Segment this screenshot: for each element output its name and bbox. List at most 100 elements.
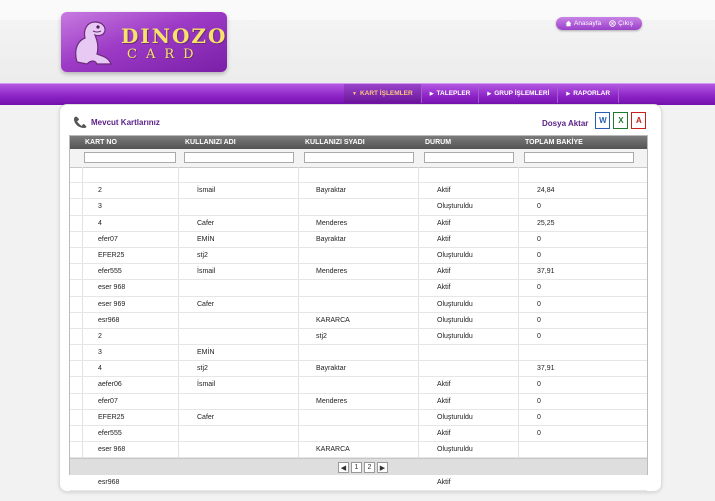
table-row[interactable]: 3 EMİN	[70, 345, 647, 362]
cell-balance: 0	[537, 413, 541, 421]
table-row[interactable]: eser 968 Aktif 0	[70, 280, 647, 297]
pdf-export-icon[interactable]: A	[631, 112, 647, 129]
cell-balance: 0	[537, 300, 541, 308]
cell-balance: 24,84	[537, 187, 555, 195]
cell-kart-no: esr968	[98, 316, 120, 324]
grid-body: 2 İsmail Bayraktar Aktif 24,84 3 Oluşturuldu 0 4…	[70, 167, 647, 491]
cell-user-surname: Bayraktar	[316, 187, 346, 195]
word-export-icon[interactable]: W	[595, 112, 611, 129]
cell-kart-no: 4	[98, 365, 102, 373]
chevron-right-icon: ▶	[487, 90, 492, 97]
filter-row	[70, 149, 647, 168]
cell-balance: 37,91	[537, 365, 555, 373]
filter-balance-input[interactable]	[524, 152, 634, 163]
table-row[interactable]: 4 stj2 Bayraktar 37,91	[70, 361, 647, 378]
column-header-status[interactable]: DURUM	[425, 139, 451, 146]
table-row[interactable]: esr968 Aktif	[70, 475, 647, 491]
excel-export-icon[interactable]: X	[613, 112, 629, 129]
filter-kart-no-input[interactable]	[84, 152, 176, 163]
cell-kart-no: eser 969	[98, 300, 126, 308]
cell-status: Oluşturuldu	[437, 203, 473, 211]
table-row[interactable]: eser 969 Cafer Oluşturuldu 0	[70, 297, 647, 313]
table-row[interactable]: 3 Oluşturuldu 0	[70, 199, 647, 216]
table-row[interactable]: EFER25 stj2 Oluşturuldu 0	[70, 248, 647, 265]
home-link-label: Anasayfa	[574, 20, 602, 27]
cell-user-name: Cafer	[197, 413, 215, 421]
nav-item-raporlar[interactable]: ▶ RAPORLAR	[558, 84, 620, 103]
home-icon	[565, 20, 572, 27]
brand-subname: CARD	[127, 47, 203, 62]
table-row[interactable]: EFER25 Cafer Oluşturuldu 0	[70, 410, 647, 426]
cell-user-surname: KARARCA	[316, 316, 350, 324]
cell-kart-no: EFER25	[98, 251, 125, 259]
logout-link[interactable]: Çıkış	[609, 20, 633, 27]
export-label: Dosya Aktar	[542, 119, 589, 128]
table-row[interactable]: efer555 İsmail Menderes Aktif 37,91	[70, 264, 647, 281]
cell-balance: 25,25	[537, 219, 555, 227]
cell-kart-no: 3	[98, 349, 102, 357]
dinosaur-icon	[75, 21, 112, 65]
table-row[interactable]: aefer06 İsmail Aktif 0	[70, 377, 647, 394]
column-header-user-name[interactable]: KULLANIZI ADI	[185, 139, 236, 146]
cell-kart-no: 2	[98, 187, 102, 195]
cell-user-name: stj2	[197, 365, 208, 373]
brand-logo[interactable]: DINOZOR CARD	[61, 12, 227, 72]
top-links: Anasayfa Çıkış	[556, 17, 642, 30]
table-row[interactable]: 2 stj2 Oluşturuldu 0	[70, 329, 647, 346]
column-header-kart-no[interactable]: KART NO	[85, 139, 117, 146]
header: DINOZOR CARD Anasayfa Çıkış	[0, 0, 715, 83]
cell-user-surname: Menderes	[316, 268, 348, 276]
table-row[interactable]: efer555 Aktif 0	[70, 426, 647, 443]
cell-user-surname: Menderes	[316, 219, 348, 227]
cell-user-name: İsmail	[197, 381, 216, 389]
cell-kart-no: eser 968	[98, 446, 126, 454]
panel-title-text: Mevcut Kartlarınız	[91, 117, 160, 127]
cell-user-name: EMİN	[197, 349, 215, 357]
filter-status-input[interactable]	[424, 152, 514, 163]
table-row[interactable]: 2 İsmail Bayraktar Aktif 24,84	[70, 183, 647, 200]
nav-item-talepler[interactable]: ▶ TALEPLER	[422, 84, 480, 103]
grid-footer: ◀ 1 2 ▶	[70, 458, 647, 475]
cell-kart-no: efer555	[98, 268, 122, 276]
cell-user-surname: stj2	[316, 332, 327, 340]
cell-user-name: İsmail	[197, 187, 216, 195]
cell-user-name: EMİN	[197, 235, 215, 243]
cell-status: Aktif	[437, 430, 451, 437]
cell-status: Aktif	[437, 284, 451, 292]
cell-status: Aktif	[437, 397, 451, 405]
nav-item-label: TALEPLER	[436, 90, 471, 97]
cell-kart-no: aefer06	[98, 381, 122, 389]
cell-user-name: stj2	[197, 251, 208, 259]
cell-balance: 0	[537, 203, 541, 211]
pager-prev-icon[interactable]: ◀	[338, 462, 349, 473]
nav-item-kart-islemler[interactable]: ▼ KART İŞLEMLER	[344, 84, 422, 103]
filter-user-surname-input[interactable]	[304, 152, 414, 163]
cell-balance: 0	[537, 284, 541, 292]
cell-balance: 0	[537, 381, 541, 389]
cell-status: Aktif	[437, 219, 451, 227]
nav-item-label: RAPORLAR	[573, 90, 611, 97]
cell-status: Aktif	[437, 268, 451, 276]
table-row[interactable]: efer07 Menderes Aktif 0	[70, 394, 647, 410]
pager-page-2[interactable]: 2	[364, 462, 375, 473]
column-header-user-surname[interactable]: KULLANIZI SYADI	[305, 139, 365, 146]
cell-status: Oluşturuldu	[437, 413, 473, 421]
pager-next-icon[interactable]: ▶	[377, 462, 388, 473]
nav-item-grup-islemleri[interactable]: ▶ GRUP İŞLEMLERİ	[479, 84, 559, 103]
cell-status: Aktif	[437, 235, 451, 243]
pager-page-1[interactable]: 1	[351, 462, 362, 473]
cell-status: Oluşturuldu	[437, 251, 473, 259]
cell-kart-no: efer07	[98, 235, 118, 243]
cell-kart-no: efer07	[98, 397, 118, 405]
table-row[interactable]: eser 968 KARARCA Oluşturuldu	[70, 442, 647, 459]
table-row[interactable]	[70, 167, 647, 184]
column-header-balance[interactable]: TOPLAM BAKİYE	[525, 139, 583, 146]
phone-icon	[74, 116, 87, 128]
cell-status: Oluşturuldu	[437, 316, 473, 324]
filter-user-name-input[interactable]	[184, 152, 294, 163]
table-row[interactable]: efer07 EMİN Bayraktar Aktif 0	[70, 232, 647, 248]
cell-user-surname: Menderes	[316, 397, 348, 405]
home-link[interactable]: Anasayfa	[565, 20, 601, 27]
table-row[interactable]: 4 Cafer Menderes Aktif 25,25	[70, 216, 647, 232]
table-row[interactable]: esr968 KARARCA Oluşturuldu 0	[70, 313, 647, 329]
